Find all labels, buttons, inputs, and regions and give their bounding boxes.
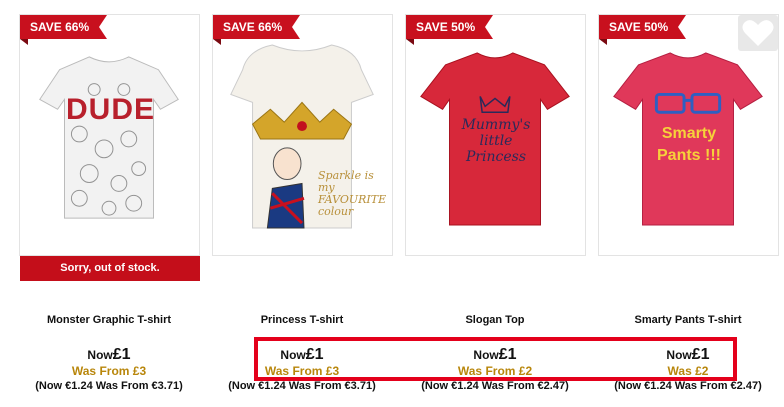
- print-text: Sparkle is my FAVOURITE colour: [318, 169, 387, 218]
- product-image-monster-tshirt[interactable]: [20, 15, 199, 255]
- now-price: Now£1: [87, 346, 131, 363]
- discount-badge: SAVE 50%: [406, 15, 494, 45]
- discount-badge: SAVE 66%: [213, 15, 301, 45]
- euro-price: (Now €1.24 Was From €2.47): [614, 380, 762, 392]
- print-text: Mummy's little Princess: [461, 117, 531, 165]
- discount-badge: SAVE 50%: [599, 15, 687, 45]
- highlight-box: [254, 337, 737, 381]
- was-price: Was From £3: [71, 364, 147, 378]
- heart-icon: [742, 20, 774, 46]
- product-image-princess-tshirt[interactable]: [213, 15, 392, 255]
- product-card-slogan[interactable]: SAVE 50% Mummy's little Princess: [405, 14, 586, 256]
- product-card-monster[interactable]: SAVE 66% DUDE: [19, 14, 200, 256]
- product-card-princess[interactable]: SAVE 66% Sparkle is my FAVOURITE colour: [212, 14, 393, 256]
- discount-badge: SAVE 66%: [20, 15, 108, 45]
- product-name[interactable]: Slogan Top: [395, 314, 595, 326]
- product-name[interactable]: Smarty Pants T-shirt: [588, 314, 784, 326]
- euro-price: (Now €1.24 Was From €3.71): [228, 380, 376, 392]
- product-name[interactable]: Monster Graphic T-shirt: [9, 314, 209, 326]
- wishlist-button[interactable]: [738, 15, 778, 51]
- euro-price: (Now €1.24 Was From €2.47): [421, 380, 569, 392]
- out-of-stock-banner: Sorry, out of stock.: [20, 256, 200, 281]
- product-name[interactable]: Princess T-shirt: [202, 314, 402, 326]
- print-text: DUDE: [65, 93, 155, 126]
- euro-price: (Now €1.24 Was From €3.71): [35, 380, 183, 392]
- print-text: Smarty Pants !!!: [657, 125, 721, 164]
